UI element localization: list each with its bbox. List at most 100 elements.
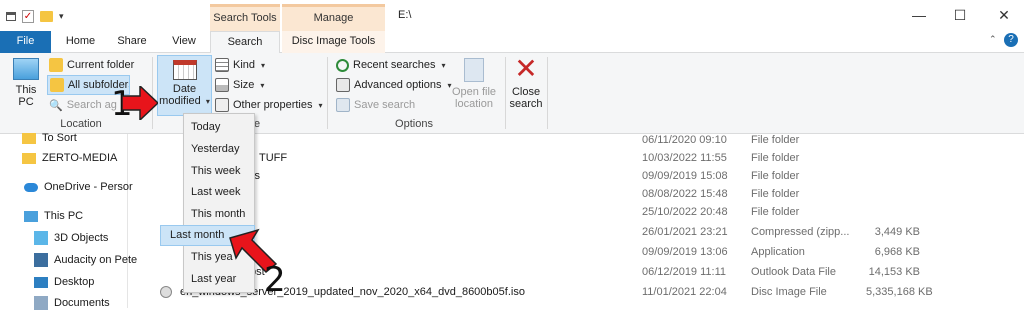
title-bar: [0, 0, 1024, 31]
other-properties-button[interactable]: Other properties ▾: [215, 96, 323, 114]
close-search-button[interactable]: ✕ Close search: [508, 55, 544, 111]
file-size: 14,153 KB: [868, 266, 920, 278]
calendar-icon: [172, 60, 197, 80]
tab-view[interactable]: View: [163, 31, 205, 53]
dropdown-caret-icon: ▾: [318, 100, 323, 110]
size-icon: [215, 78, 229, 92]
advanced-options-label: Advanced options: [354, 79, 442, 91]
this-pc-label: This PC: [15, 84, 37, 108]
customize-qat-icon[interactable]: ▾: [59, 11, 64, 22]
open-file-location-label-1: Open file: [451, 86, 497, 98]
manage-label: Manage: [313, 12, 354, 24]
tab-home[interactable]: Home: [58, 31, 103, 53]
audio-icon: [34, 253, 48, 267]
close-search-label-2: search: [509, 98, 543, 110]
nav-item-to-sort[interactable]: To Sort: [22, 128, 77, 148]
recent-searches-label: Recent searches: [353, 59, 436, 71]
dropdown-caret-icon: ▾: [205, 97, 210, 106]
file-type: File folder: [751, 206, 800, 218]
size-label: Size: [233, 79, 255, 91]
advanced-options-button[interactable]: Advanced options ▾: [336, 76, 451, 94]
nav-item-label: ZERTO-MEDIA: [42, 152, 118, 164]
file-date: 06/11/2020 09:10: [642, 134, 727, 146]
dropdown-caret-icon: ▾: [261, 60, 266, 70]
file-date: 10/03/2022 11:55: [642, 152, 727, 164]
size-button[interactable]: Size ▾: [215, 76, 264, 94]
file-type: File folder: [751, 170, 800, 182]
nav-item-audacity[interactable]: Audacity on Pete: [34, 250, 137, 270]
computer-icon: [13, 58, 39, 80]
menu-item-today[interactable]: Today: [188, 117, 248, 138]
cube-icon: [34, 231, 48, 245]
file-date: 09/09/2019 13:06: [642, 246, 728, 258]
save-search-label: Save search: [354, 99, 416, 111]
date-modified-label-1: Date: [172, 83, 197, 95]
nav-item-zerto-media[interactable]: ZERTO-MEDIA: [22, 148, 117, 168]
file-type: Compressed (zipp...: [751, 226, 850, 238]
annotation-step-2: 2: [264, 260, 286, 300]
recent-searches-icon: [336, 58, 349, 72]
window-title: E:\: [398, 9, 412, 21]
folder-icon: [22, 152, 36, 164]
quick-access-toolbar: ✓ ▾: [6, 8, 64, 24]
cloud-icon: [24, 182, 38, 192]
menu-item-last-week[interactable]: Last week: [188, 182, 248, 203]
table-row[interactable]: 25/10/2022 20:48 File folder: [128, 202, 1024, 223]
file-type: Disc Image File: [751, 286, 827, 298]
file-type: File folder: [751, 188, 800, 200]
nav-item-label: 3D Objects: [54, 232, 109, 244]
menu-item-yesterday[interactable]: Yesterday: [188, 139, 248, 160]
close-window-button[interactable]: ✕: [994, 6, 1014, 24]
nav-item-3d-objects[interactable]: 3D Objects: [34, 228, 108, 248]
nav-item-label: Audacity on Pete: [54, 254, 138, 266]
file-name: TUFF: [259, 152, 288, 164]
close-search-label-1: Close: [511, 86, 541, 98]
other-properties-label: Other properties: [233, 99, 313, 111]
tab-search[interactable]: Search: [210, 31, 280, 54]
properties-icon[interactable]: [6, 11, 16, 21]
search-again-button[interactable]: 🔍 Search again in: [49, 96, 117, 114]
nav-item-label: To Sort: [42, 132, 77, 144]
context-tab-manage: Manage: [282, 4, 385, 31]
tab-disc-image-tools[interactable]: Disc Image Tools: [282, 31, 385, 53]
group-label-options: Options: [395, 118, 433, 130]
nav-item-label: OneDrive - Persor: [44, 181, 133, 193]
file-size: 6,968 KB: [874, 246, 920, 258]
minimize-button[interactable]: —: [909, 6, 929, 24]
save-search-button[interactable]: Save search: [336, 96, 415, 114]
file-date: 26/01/2021 23:21: [642, 226, 728, 238]
nav-item-desktop[interactable]: Desktop: [34, 272, 94, 292]
table-row[interactable]: en_windows_server_2019_updated_nov_2020_…: [128, 282, 1024, 303]
kind-button[interactable]: Kind ▾: [215, 56, 265, 74]
maximize-button[interactable]: ☐: [950, 6, 970, 24]
file-date: 11/01/2021 22:04: [642, 286, 727, 298]
current-folder-button[interactable]: Current folder: [49, 56, 134, 74]
date-modified-button[interactable]: Date modified ▾: [157, 55, 212, 116]
desktop-icon: [34, 276, 48, 288]
checkmark-icon[interactable]: ✓: [22, 9, 34, 23]
recent-searches-button[interactable]: Recent searches ▾: [336, 56, 446, 74]
ribbon-separator: [505, 57, 506, 129]
file-date: 09/09/2019 15:08: [642, 170, 728, 182]
file-type: File folder: [751, 134, 800, 146]
dropdown-caret-icon: ▾: [260, 80, 265, 90]
file-size: 3,449 KB: [874, 226, 920, 238]
nav-item-this-pc[interactable]: This PC: [24, 206, 83, 226]
menu-item-this-week[interactable]: This week: [188, 161, 248, 182]
nav-item-documents[interactable]: Documents: [34, 293, 110, 313]
help-icon[interactable]: ?: [1004, 33, 1018, 47]
open-file-location-label-2: location: [455, 98, 493, 110]
folder-icon[interactable]: [40, 10, 53, 22]
open-file-location-button[interactable]: Open file location: [446, 58, 502, 110]
collapse-ribbon-icon[interactable]: ⌃: [989, 34, 997, 45]
this-pc-button[interactable]: This PC: [8, 58, 44, 108]
advanced-options-icon: [336, 78, 350, 92]
current-folder-label: Current folder: [67, 59, 135, 71]
file-type: Outlook Data File: [751, 266, 836, 278]
tab-file[interactable]: File: [0, 31, 51, 53]
tab-share[interactable]: Share: [110, 31, 154, 53]
open-file-location-icon: [464, 58, 484, 82]
folder-icon: [49, 58, 63, 72]
menu-item-this-month[interactable]: This month: [188, 204, 248, 225]
nav-item-onedrive[interactable]: OneDrive - Persor: [24, 177, 133, 197]
